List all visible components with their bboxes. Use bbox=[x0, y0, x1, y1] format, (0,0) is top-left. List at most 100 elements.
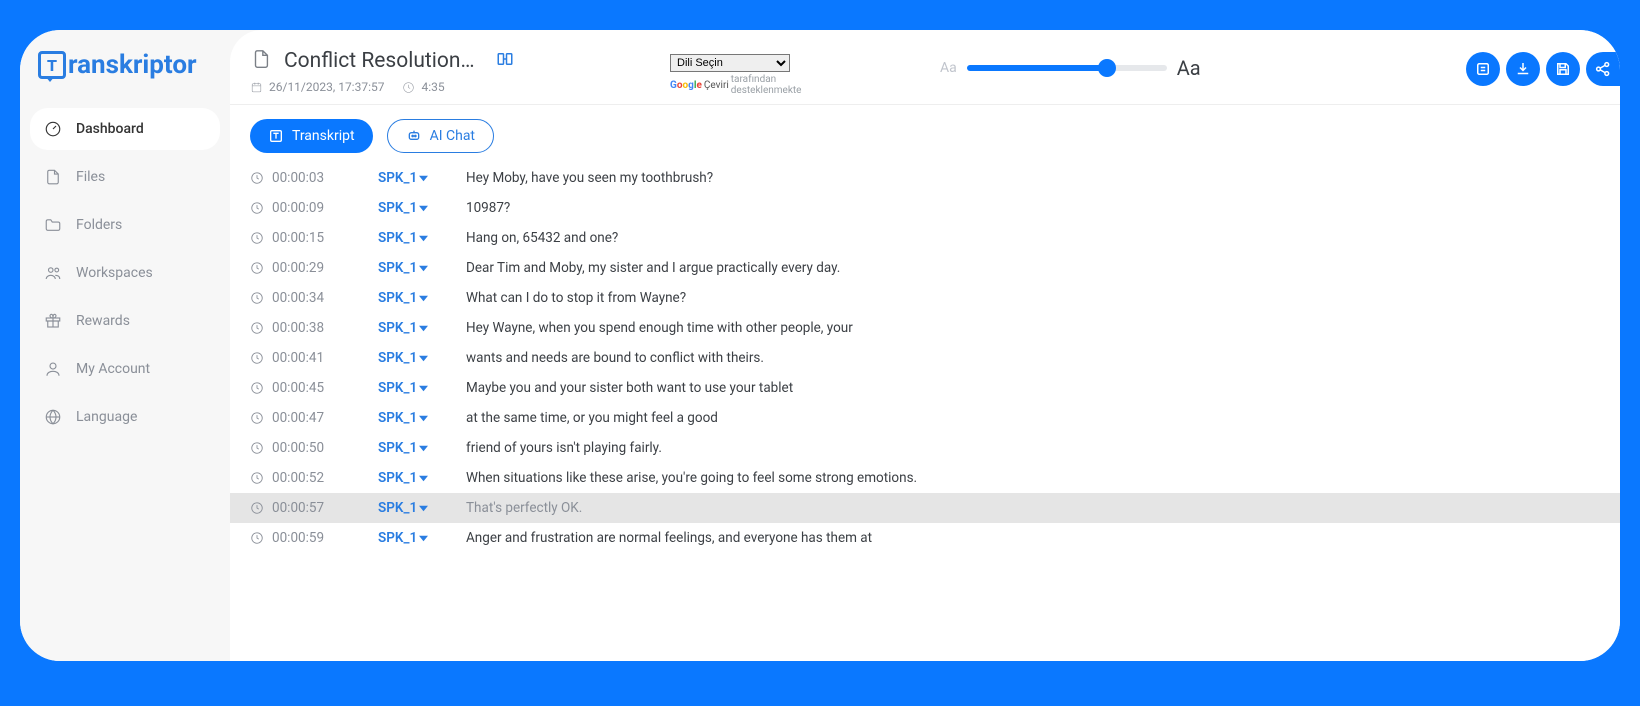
google-translate-attribution: Google Çeviri tarafından desteklenmekte bbox=[670, 74, 830, 96]
transcript-text[interactable]: Hey Wayne, when you spend enough time wi… bbox=[466, 320, 1600, 336]
transcript-row[interactable]: 00:00:50 SPK_1 friend of yours isn't playi… bbox=[230, 433, 1620, 463]
transcript-row[interactable]: 00:00:47 SPK_1 at the same time, or you mi… bbox=[230, 403, 1620, 433]
transcript-row[interactable]: 00:00:52 SPK_1 When situations like these … bbox=[230, 463, 1620, 493]
speaker-select[interactable]: SPK_1 bbox=[378, 170, 448, 186]
sidebar-item-label: Folders bbox=[76, 217, 122, 233]
speaker-select[interactable]: SPK_1 bbox=[378, 260, 448, 276]
speaker-select[interactable]: SPK_1 bbox=[378, 230, 448, 246]
tab-ai-chat[interactable]: AI Chat bbox=[387, 119, 494, 153]
view-tabs: Transkript AI Chat bbox=[230, 105, 1620, 153]
sidebar-item-rewards[interactable]: Rewards bbox=[30, 300, 220, 342]
language-select[interactable]: Dili Seçin bbox=[670, 54, 790, 72]
document-date: 26/11/2023, 17:37:57 bbox=[250, 80, 384, 94]
transcript-row[interactable]: 00:00:38 SPK_1 Hey Wayne, when you spend e… bbox=[230, 313, 1620, 343]
logo-icon: T bbox=[38, 51, 66, 79]
sidebar-item-workspaces[interactable]: Workspaces bbox=[30, 252, 220, 294]
speaker-select[interactable]: SPK_1 bbox=[378, 440, 448, 456]
timestamp[interactable]: 00:00:50 bbox=[250, 440, 360, 456]
speaker-select[interactable]: SPK_1 bbox=[378, 410, 448, 426]
transcript-row[interactable]: 00:00:15 SPK_1 Hang on, 65432 and one? bbox=[230, 223, 1620, 253]
speaker-select[interactable]: SPK_1 bbox=[378, 290, 448, 306]
document-duration: 4:35 bbox=[402, 80, 444, 94]
transcript-text[interactable]: When situations like these arise, you're… bbox=[466, 470, 1600, 486]
transcript-row[interactable]: 00:00:57 SPK_1 That's perfectly OK. bbox=[230, 493, 1620, 523]
transcript-text[interactable]: wants and needs are bound to conflict wi… bbox=[466, 350, 1600, 366]
file-icon bbox=[44, 168, 62, 186]
transcript-text[interactable]: What can I do to stop it from Wayne? bbox=[466, 290, 1600, 306]
transcript-text[interactable]: Hang on, 65432 and one? bbox=[466, 230, 1600, 246]
timestamp[interactable]: 00:00:47 bbox=[250, 410, 360, 426]
timestamp[interactable]: 00:00:57 bbox=[250, 500, 360, 516]
font-size-control: Aa Aa bbox=[940, 56, 1201, 80]
slider-knob[interactable] bbox=[1098, 59, 1116, 77]
transcript-list: 00:00:03 SPK_1 Hey Moby, have you seen my … bbox=[230, 163, 1620, 553]
timestamp[interactable]: 00:00:52 bbox=[250, 470, 360, 486]
main-content: Conflict Resolution_ Ho... 26/11/2023, 1… bbox=[230, 30, 1620, 661]
font-large-label: Aa bbox=[1177, 56, 1201, 80]
font-size-slider[interactable] bbox=[967, 65, 1167, 71]
transcript-row[interactable]: 00:00:41 SPK_1 wants and needs are bound t… bbox=[230, 343, 1620, 373]
transcript-text[interactable]: Hey Moby, have you seen my toothbrush? bbox=[466, 170, 1600, 186]
sidebar-item-label: Rewards bbox=[76, 313, 130, 329]
folder-icon bbox=[44, 216, 62, 234]
transcript-row[interactable]: 00:00:29 SPK_1 Dear Tim and Moby, my siste… bbox=[230, 253, 1620, 283]
speaker-select[interactable]: SPK_1 bbox=[378, 200, 448, 216]
gauge-icon bbox=[44, 120, 62, 138]
download-button[interactable] bbox=[1506, 52, 1540, 86]
transcript-text[interactable]: at the same time, or you might feel a go… bbox=[466, 410, 1600, 426]
transcript-row[interactable]: 00:00:59 SPK_1 Anger and frustration are n… bbox=[230, 523, 1620, 553]
translate-widget: Dili Seçin Google Çeviri tarafından dest… bbox=[670, 54, 830, 96]
people-icon bbox=[44, 264, 62, 282]
timestamp[interactable]: 00:00:15 bbox=[250, 230, 360, 246]
share-button[interactable] bbox=[1586, 52, 1620, 86]
sidebar-item-label: Workspaces bbox=[76, 265, 153, 281]
transcript-text[interactable]: That's perfectly OK. bbox=[466, 500, 1600, 516]
transcript-text[interactable]: Dear Tim and Moby, my sister and I argue… bbox=[466, 260, 1600, 276]
speaker-select[interactable]: SPK_1 bbox=[378, 470, 448, 486]
sidebar: T ranskriptor Dashboard Files Folders bbox=[20, 30, 230, 661]
transcript-row[interactable]: 00:00:09 SPK_1 10987? bbox=[230, 193, 1620, 223]
sidebar-item-files[interactable]: Files bbox=[30, 156, 220, 198]
timestamp[interactable]: 00:00:38 bbox=[250, 320, 360, 336]
gift-icon bbox=[44, 312, 62, 330]
transcript-row[interactable]: 00:00:45 SPK_1 Maybe you and your sister b… bbox=[230, 373, 1620, 403]
rename-icon[interactable] bbox=[496, 50, 514, 72]
speaker-select[interactable]: SPK_1 bbox=[378, 530, 448, 546]
timestamp[interactable]: 00:00:09 bbox=[250, 200, 360, 216]
brand-logo[interactable]: T ranskriptor bbox=[30, 50, 220, 80]
save-button[interactable] bbox=[1546, 52, 1580, 86]
sidebar-item-label: Dashboard bbox=[76, 121, 144, 137]
timestamp[interactable]: 00:00:29 bbox=[250, 260, 360, 276]
sidebar-item-folders[interactable]: Folders bbox=[30, 204, 220, 246]
font-small-label: Aa bbox=[940, 60, 957, 76]
sidebar-item-my-account[interactable]: My Account bbox=[30, 348, 220, 390]
document-title[interactable]: Conflict Resolution_ Ho... bbox=[284, 49, 484, 73]
transcript-text[interactable]: Maybe you and your sister both want to u… bbox=[466, 380, 1600, 396]
transcript-row[interactable]: 00:00:03 SPK_1 Hey Moby, have you seen my … bbox=[230, 163, 1620, 193]
sidebar-item-label: My Account bbox=[76, 361, 150, 377]
sidebar-item-language[interactable]: Language bbox=[30, 396, 220, 438]
speaker-select[interactable]: SPK_1 bbox=[378, 320, 448, 336]
timestamp[interactable]: 00:00:34 bbox=[250, 290, 360, 306]
brand-text: ranskriptor bbox=[68, 50, 197, 80]
timestamp[interactable]: 00:00:41 bbox=[250, 350, 360, 366]
export-button[interactable] bbox=[1466, 52, 1500, 86]
sidebar-item-dashboard[interactable]: Dashboard bbox=[30, 108, 220, 150]
document-icon bbox=[250, 48, 272, 74]
tab-transkript[interactable]: Transkript bbox=[250, 119, 373, 153]
timestamp[interactable]: 00:00:59 bbox=[250, 530, 360, 546]
transcript-text[interactable]: 10987? bbox=[466, 200, 1600, 216]
user-icon bbox=[44, 360, 62, 378]
speaker-select[interactable]: SPK_1 bbox=[378, 500, 448, 516]
speaker-select[interactable]: SPK_1 bbox=[378, 350, 448, 366]
header-actions bbox=[1466, 52, 1620, 86]
transcript-row[interactable]: 00:00:34 SPK_1 What can I do to stop it fr… bbox=[230, 283, 1620, 313]
sidebar-item-label: Language bbox=[76, 409, 137, 425]
transcript-text[interactable]: friend of yours isn't playing fairly. bbox=[466, 440, 1600, 456]
speaker-select[interactable]: SPK_1 bbox=[378, 380, 448, 396]
app-window: T ranskriptor Dashboard Files Folders bbox=[20, 30, 1620, 661]
timestamp[interactable]: 00:00:45 bbox=[250, 380, 360, 396]
document-header: Conflict Resolution_ Ho... 26/11/2023, 1… bbox=[230, 48, 1620, 105]
timestamp[interactable]: 00:00:03 bbox=[250, 170, 360, 186]
transcript-text[interactable]: Anger and frustration are normal feeling… bbox=[466, 530, 1600, 546]
